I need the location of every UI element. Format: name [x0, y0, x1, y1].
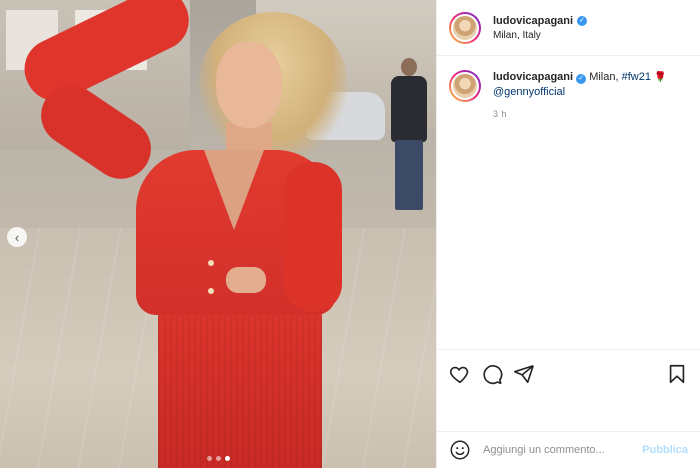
post-side-panel: ludovicapagani ✓ Milan, Italy ludovicapa…: [436, 0, 700, 468]
carousel-prev-button[interactable]: ‹: [7, 227, 27, 247]
background-pedestrian: [385, 58, 431, 218]
lowered-arm: [284, 162, 342, 312]
caption-text: Milan,: [589, 71, 619, 83]
smiley-icon[interactable]: [449, 439, 471, 461]
avatar[interactable]: [449, 70, 481, 102]
comment-input[interactable]: [483, 444, 643, 456]
raised-arm: [14, 0, 199, 111]
caption: ludovicapagani ✓ Milan, #fw21 🌹 @gennyof…: [437, 56, 700, 122]
mention-link[interactable]: @gennyofficial: [493, 86, 565, 98]
verified-badge-icon: ✓: [577, 15, 588, 26]
carousel-dots: [207, 456, 230, 461]
post-timestamp[interactable]: 3 h: [493, 107, 666, 122]
chevron-left-icon: ‹: [14, 229, 20, 245]
bookmark-icon[interactable]: [666, 363, 688, 385]
carousel-dot: [207, 456, 212, 461]
red-knit-skirt: [158, 297, 322, 468]
comment-icon[interactable]: [481, 363, 503, 385]
avatar[interactable]: [449, 11, 481, 44]
publish-button[interactable]: Pubblica: [642, 444, 688, 456]
carousel-dot: [216, 456, 221, 461]
cardigan-button: [208, 260, 214, 266]
action-bar: [437, 349, 700, 389]
location-link[interactable]: Milan, Italy: [493, 30, 587, 41]
rose-emoji: 🌹: [654, 72, 667, 83]
verified-badge-icon: ✓: [576, 74, 587, 84]
model-figure: [14, 0, 356, 468]
paper-plane-icon[interactable]: [513, 363, 535, 385]
username-link[interactable]: ludovicapagani: [493, 15, 573, 27]
hand: [226, 267, 266, 293]
carousel-dot-active: [225, 456, 230, 461]
hashtag-link[interactable]: #fw21: [622, 71, 651, 83]
post-photo[interactable]: ‹: [0, 0, 436, 468]
cardigan-button: [208, 288, 214, 294]
caption-username-link[interactable]: ludovicapagani: [493, 71, 573, 83]
comment-bar: Pubblica: [437, 431, 700, 468]
face: [216, 42, 282, 128]
heart-icon[interactable]: [449, 363, 471, 385]
post-header: ludovicapagani ✓ Milan, Italy: [437, 0, 700, 56]
